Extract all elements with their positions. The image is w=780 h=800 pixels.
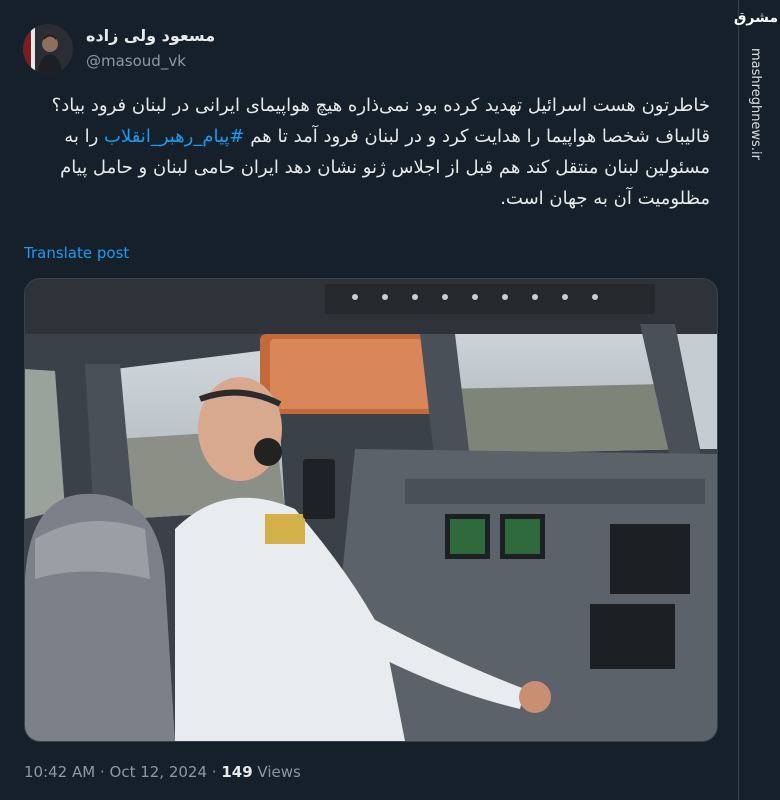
views-label: Views	[252, 763, 301, 781]
avatar[interactable]	[23, 24, 73, 74]
meta-separator: ·	[95, 763, 110, 781]
post-paragraph-1: خاطرتون هست اسرائیل تهدید کرده بود نمی‌ذ…	[51, 95, 710, 116]
post-container: مسعود ولی زاده @masoud_vk خاطرتون هست اس…	[0, 0, 740, 800]
post-time[interactable]: 10:42 AM	[24, 763, 95, 781]
mashregh-url: mashreghnews.ir	[748, 48, 763, 160]
views-count: 149	[221, 763, 253, 781]
cockpit-photo	[25, 279, 717, 741]
post-paragraph-2-start: قالیباف شخصا هواپیما را هدایت کرد و در ل…	[244, 126, 710, 147]
mashregh-logo: مشرق	[733, 10, 778, 26]
watermark: مشرق mashreghnews.ir	[733, 0, 780, 800]
hashtag-link[interactable]: #پیام_رهبر_انقلاب	[104, 126, 245, 147]
post-meta: 10:42 AM · Oct 12, 2024 · 149 Views	[24, 763, 301, 781]
post-photo[interactable]	[24, 278, 718, 742]
avatar-image	[23, 24, 73, 74]
post-text: خاطرتون هست اسرائیل تهدید کرده بود نمی‌ذ…	[24, 90, 710, 214]
author-display-name[interactable]: مسعود ولی زاده	[86, 26, 215, 45]
post-date[interactable]: Oct 12, 2024	[110, 763, 208, 781]
translate-post-link[interactable]: Translate post	[24, 244, 129, 262]
meta-separator-2: ·	[207, 763, 222, 781]
column-divider	[738, 0, 739, 800]
post-paragraph-2: قالیباف شخصا هواپیما را هدایت کرد و در ل…	[24, 121, 710, 214]
author-handle[interactable]: @masoud_vk	[86, 52, 186, 70]
